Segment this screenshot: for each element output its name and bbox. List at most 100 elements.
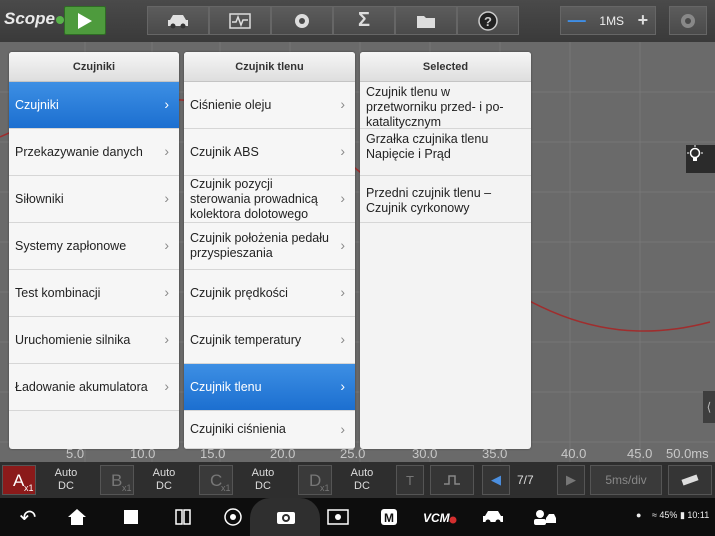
- timebase-increase-button[interactable]: +: [638, 10, 649, 31]
- menu-item[interactable]: Test kombinacji ›: [9, 270, 179, 317]
- test-item[interactable]: Grzałka czujnika tlenu Napięcie i Prąd: [360, 129, 531, 176]
- files-button[interactable]: [395, 6, 457, 35]
- menu-item[interactable]: Siłowniki ›: [9, 176, 179, 223]
- car-icon: [483, 511, 503, 525]
- gear-icon: [295, 13, 309, 28]
- menu-item-label: Czujnik temperatury: [190, 332, 302, 347]
- chevron-right-icon: ›: [340, 237, 345, 253]
- chevron-right-icon: ›: [164, 237, 169, 253]
- menu-column-2-title: Czujnik tlenu: [184, 52, 355, 82]
- menu-item[interactable]: Czujnik temperatury ›: [184, 317, 355, 364]
- help-button[interactable]: ?: [457, 6, 519, 35]
- vcmi-button[interactable]: VCM: [422, 506, 458, 528]
- waveform-button[interactable]: [209, 6, 271, 35]
- back-button[interactable]: ↶: [17, 506, 39, 529]
- menu-column-1: Czujniki Czujniki › Przekazywanie danych ›…: [9, 52, 179, 449]
- menu-item[interactable]: Czujniki ›: [9, 82, 179, 129]
- test-item[interactable]: Przedni czujnik tlenu – Czujnik cyrkonow…: [360, 176, 531, 223]
- vcmi-icon: VCM: [423, 511, 457, 524]
- channel-b[interactable]: Bx1 Auto DC: [100, 465, 194, 495]
- channel-c-settings: Auto DC: [251, 467, 275, 492]
- menu-item-label: Systemy zapłonowe: [15, 238, 127, 253]
- browser-button[interactable]: [222, 506, 244, 528]
- menu-item[interactable]: Czujniki ciśnienia ›: [184, 411, 355, 449]
- logo-dot-icon: [56, 16, 65, 24]
- brightness-button[interactable]: [686, 145, 715, 173]
- menu-item[interactable]: Ładowanie akumulatora ›: [9, 364, 179, 411]
- menu-item-label: Ładowanie akumulatora: [15, 379, 148, 394]
- wifi-icon: ≈: [651, 510, 657, 520]
- test-item[interactable]: Czujnik tlenu w przetworniku przed- i po…: [360, 82, 531, 129]
- chevron-right-icon: ›: [164, 284, 169, 300]
- settings-tool-button[interactable]: [271, 6, 333, 35]
- camera-icon: [277, 512, 295, 524]
- first-page-button[interactable]: ◀: [482, 465, 510, 495]
- menu-item[interactable]: Czujnik ABS ›: [184, 129, 355, 176]
- timebase-decrease-button[interactable]: —: [568, 10, 586, 31]
- timebase-control: — 1MS +: [560, 6, 656, 35]
- menu-item-label: Czujnik pozycji sterowania prowadnicą ko…: [190, 176, 318, 221]
- menu-item[interactable]: Uruchomienie silnika ›: [9, 317, 179, 364]
- screen-record-button[interactable]: [326, 506, 350, 528]
- remote-expert-icon: [534, 510, 556, 525]
- clock: 10:11: [687, 510, 710, 520]
- sigma-icon: Σ: [357, 9, 370, 31]
- svg-text:M: M: [384, 511, 394, 525]
- menu-item[interactable]: Czujnik tlenu ›: [184, 364, 355, 411]
- recents-icon: [124, 510, 138, 524]
- menu-item[interactable]: Czujnik położenia pedału przyspieszania ›: [184, 223, 355, 270]
- page-indicator: 7/7: [517, 473, 534, 487]
- trigger-edge-button[interactable]: [430, 465, 474, 495]
- chevron-left-icon: ⟨: [706, 400, 712, 414]
- screenshot-button[interactable]: [275, 506, 297, 528]
- recents-button[interactable]: [120, 506, 142, 528]
- menu-item[interactable]: Czujnik prędkości ›: [184, 270, 355, 317]
- test-item-label: Grzałka czujnika tlenu Napięcie i Prąd: [366, 132, 489, 161]
- menu-item[interactable]: Czujnik pozycji sterowania prowadnicą ko…: [184, 176, 355, 223]
- help-icon: ?: [478, 10, 498, 31]
- back-icon: ↶: [19, 506, 37, 529]
- channel-d[interactable]: Dx1 Auto DC: [298, 465, 392, 495]
- chevron-right-icon: ›: [340, 143, 345, 159]
- menu-item-label: Czujnik położenia pedału przyspieszania: [190, 231, 329, 260]
- menu-item[interactable]: Ciśnienie oleju ›: [184, 82, 355, 129]
- maxifix-button[interactable]: M: [378, 506, 400, 528]
- play-button[interactable]: [64, 6, 106, 35]
- x-tick: 50.0ms: [666, 446, 709, 461]
- menu-item-label: Czujnik ABS: [190, 144, 259, 159]
- menu-column-3: Selected Czujnik tlenu w przetworniku pr…: [360, 52, 531, 449]
- vehicle-button[interactable]: [147, 6, 209, 35]
- side-panel-tab[interactable]: ⟨: [703, 391, 715, 423]
- menu-item[interactable]: Przekazywanie danych ›: [9, 129, 179, 176]
- chevron-right-icon: ›: [164, 96, 169, 112]
- home-button[interactable]: [66, 506, 88, 528]
- remote-expert-button[interactable]: [532, 506, 558, 528]
- chevron-right-icon: ›: [340, 284, 345, 300]
- vehicle-menu-button[interactable]: [481, 506, 505, 528]
- measure-button[interactable]: [668, 465, 712, 495]
- trigger-edge-icon: [444, 475, 460, 485]
- play-icon: [78, 13, 92, 29]
- split-screen-button[interactable]: [172, 506, 194, 528]
- svg-text:?: ?: [484, 14, 492, 29]
- ruler-icon: [681, 474, 699, 486]
- menu-item-label: Czujniki ciśnienia: [190, 422, 286, 436]
- channel-c[interactable]: Cx1 Auto DC: [199, 465, 293, 495]
- chevron-right-icon: ›: [340, 190, 345, 206]
- svg-text:VCM: VCM: [423, 511, 451, 524]
- trigger-button[interactable]: T: [396, 465, 424, 495]
- test-item-label: Przedni czujnik tlenu – Czujnik cyrkonow…: [366, 186, 492, 215]
- menu-item[interactable]: Systemy zapłonowe ›: [9, 223, 179, 270]
- time-per-div[interactable]: 5ms/div: [590, 465, 662, 495]
- channel-a[interactable]: Ax1 Auto DC: [2, 465, 96, 495]
- x-tick: 40.0: [561, 446, 587, 461]
- screen-record-icon: [327, 509, 349, 525]
- chevron-right-icon: ›: [164, 378, 169, 394]
- channel-b-settings: Auto DC: [152, 467, 176, 492]
- menu-item-label: Przekazywanie danych: [15, 144, 143, 159]
- last-page-button[interactable]: ▶: [557, 465, 585, 495]
- scope-settings-button[interactable]: [669, 6, 707, 35]
- channel-a-letter: Ax1: [2, 465, 36, 495]
- test-item-label: Czujnik tlenu w przetworniku przed- i po…: [366, 85, 504, 129]
- math-button[interactable]: Σ: [333, 6, 395, 35]
